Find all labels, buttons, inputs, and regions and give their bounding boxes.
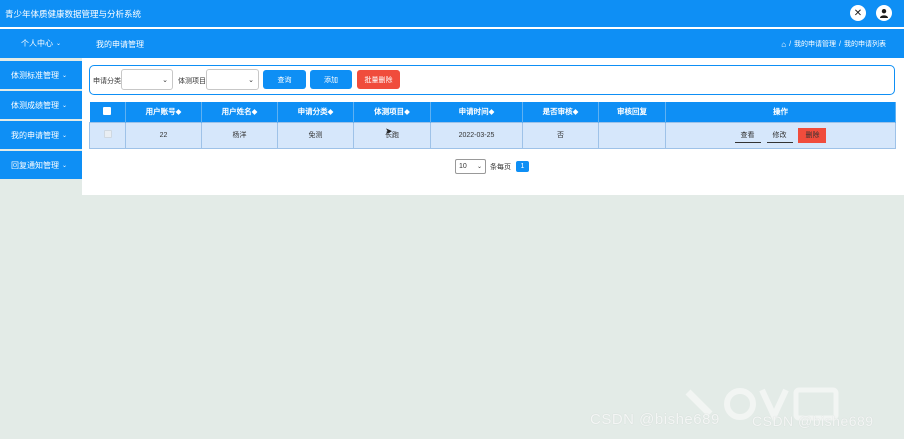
column-header[interactable]: 用户姓名◆: [201, 102, 278, 122]
mouse-cursor-icon: ➤: [385, 126, 393, 136]
query-button[interactable]: 查询: [263, 70, 306, 89]
add-button[interactable]: 添加: [310, 70, 352, 89]
breadcrumb: ⌂ / 我的申请管理 / 我的申请列表: [781, 39, 886, 49]
home-icon[interactable]: ⌂: [781, 40, 786, 49]
sidebar-item-my-application[interactable]: 我的申请管理 ⌄: [0, 121, 82, 149]
top-bar: 青少年体质健康数据管理与分析系统 ✕: [0, 0, 904, 27]
sidebar-item-reply-notice[interactable]: 回复通知管理 ⌄: [0, 151, 82, 179]
chevron-down-icon: ⌄: [162, 77, 168, 84]
column-header[interactable]: 申请时间◆: [430, 102, 523, 122]
cell-audited: 否: [522, 121, 599, 149]
per-page-label: 条每页: [490, 163, 511, 171]
table-row: 22 杨洋 免测 长跑 2022-03-25 否 查看 修改 删除: [89, 121, 896, 149]
row-select-cell[interactable]: [89, 121, 126, 149]
watermark-text: CSDN @bishe689: [590, 411, 720, 428]
cell-name: 杨洋: [201, 121, 278, 149]
column-header[interactable]: 是否审核◆: [522, 102, 599, 122]
sidebar-item-label: 回复通知管理: [11, 160, 59, 170]
test-item-label: 体测项目: [178, 78, 206, 85]
sidebar-item-label: 体测成绩管理: [11, 100, 59, 110]
application-table: 用户账号◆ 用户姓名◆ 申请分类◆ 体测项目◆ 申请时间◆ 是否审核◆ 审核回复…: [89, 102, 896, 149]
content-panel: 申请分类 ⌄ 体测项目 ⌄ 查询 添加 批量删除 用户账号◆ 用户姓名◆ 申请分…: [82, 58, 904, 195]
table-header-row: 用户账号◆ 用户姓名◆ 申请分类◆ 体测项目◆ 申请时间◆ 是否审核◆ 审核回复…: [89, 102, 896, 122]
watermark-text: CSDN @bishe689: [752, 413, 874, 429]
page-size-value: 10: [459, 163, 467, 170]
cell-account: 22: [125, 121, 202, 149]
sidebar-item-label: 我的申请管理: [11, 130, 59, 140]
cell-category: 免测: [277, 121, 354, 149]
chevron-down-icon: ⌄: [248, 77, 254, 84]
chevron-down-icon: ⌄: [55, 41, 62, 47]
select-all-cell[interactable]: [89, 102, 126, 122]
edit-button[interactable]: 修改: [766, 128, 793, 143]
category-select[interactable]: ⌄: [121, 69, 173, 90]
select-all-checkbox[interactable]: [103, 106, 112, 115]
sidebar-item-test-score[interactable]: 体测成绩管理 ⌄: [0, 91, 82, 119]
row-checkbox[interactable]: [103, 130, 112, 138]
delete-button[interactable]: 删除: [798, 127, 827, 143]
column-header[interactable]: 申请分类◆: [277, 102, 354, 122]
sidebar: 个人中心 ⌄ 体测标准管理 ⌄ 体测成绩管理 ⌄ 我的申请管理 ⌄ 回复通知管理…: [0, 29, 82, 179]
chevron-down-icon: ⌄: [62, 102, 68, 109]
app-title: 青少年体质健康数据管理与分析系统: [5, 9, 142, 19]
chevron-down-icon: ⌄: [476, 164, 482, 170]
sidebar-item-label: 个人中心: [20, 39, 53, 48]
test-item-select[interactable]: ⌄: [206, 69, 259, 90]
page-size-select[interactable]: 10 ⌄: [455, 159, 486, 174]
page-number-button[interactable]: 1: [516, 161, 529, 172]
chevron-down-icon: ⌄: [62, 132, 68, 139]
cell-reply: [598, 121, 666, 149]
search-form: 申请分类 ⌄ 体测项目 ⌄ 查询 添加 批量删除: [89, 65, 895, 95]
view-button[interactable]: 查看: [734, 128, 761, 143]
close-icon[interactable]: ✕: [850, 5, 866, 21]
pagination: 10 ⌄ 条每页 1: [455, 159, 529, 174]
column-header: 操作: [665, 102, 896, 122]
cell-time: 2022-03-25: [430, 121, 523, 149]
batch-delete-button[interactable]: 批量删除: [357, 70, 400, 89]
column-header: 审核回复: [598, 102, 666, 122]
page-title: 我的申请管理: [96, 40, 144, 49]
sub-header: 我的申请管理 ⌂ / 我的申请管理 / 我的申请列表: [82, 29, 904, 58]
sidebar-item-label: 体测标准管理: [11, 70, 59, 80]
column-header[interactable]: 体测项目◆: [353, 102, 431, 122]
sidebar-item-test-standard[interactable]: 体测标准管理 ⌄: [0, 61, 82, 89]
cell-actions: 查看 修改 删除: [665, 121, 896, 149]
sidebar-item-personal-center[interactable]: 个人中心 ⌄: [0, 29, 82, 58]
user-icon[interactable]: [876, 5, 892, 21]
chevron-down-icon: ⌄: [62, 162, 68, 169]
breadcrumb-item[interactable]: 我的申请管理: [794, 39, 836, 49]
chevron-down-icon: ⌄: [62, 72, 68, 79]
category-label: 申请分类: [93, 78, 121, 85]
breadcrumb-item: 我的申请列表: [844, 41, 886, 48]
column-header[interactable]: 用户账号◆: [125, 102, 202, 122]
